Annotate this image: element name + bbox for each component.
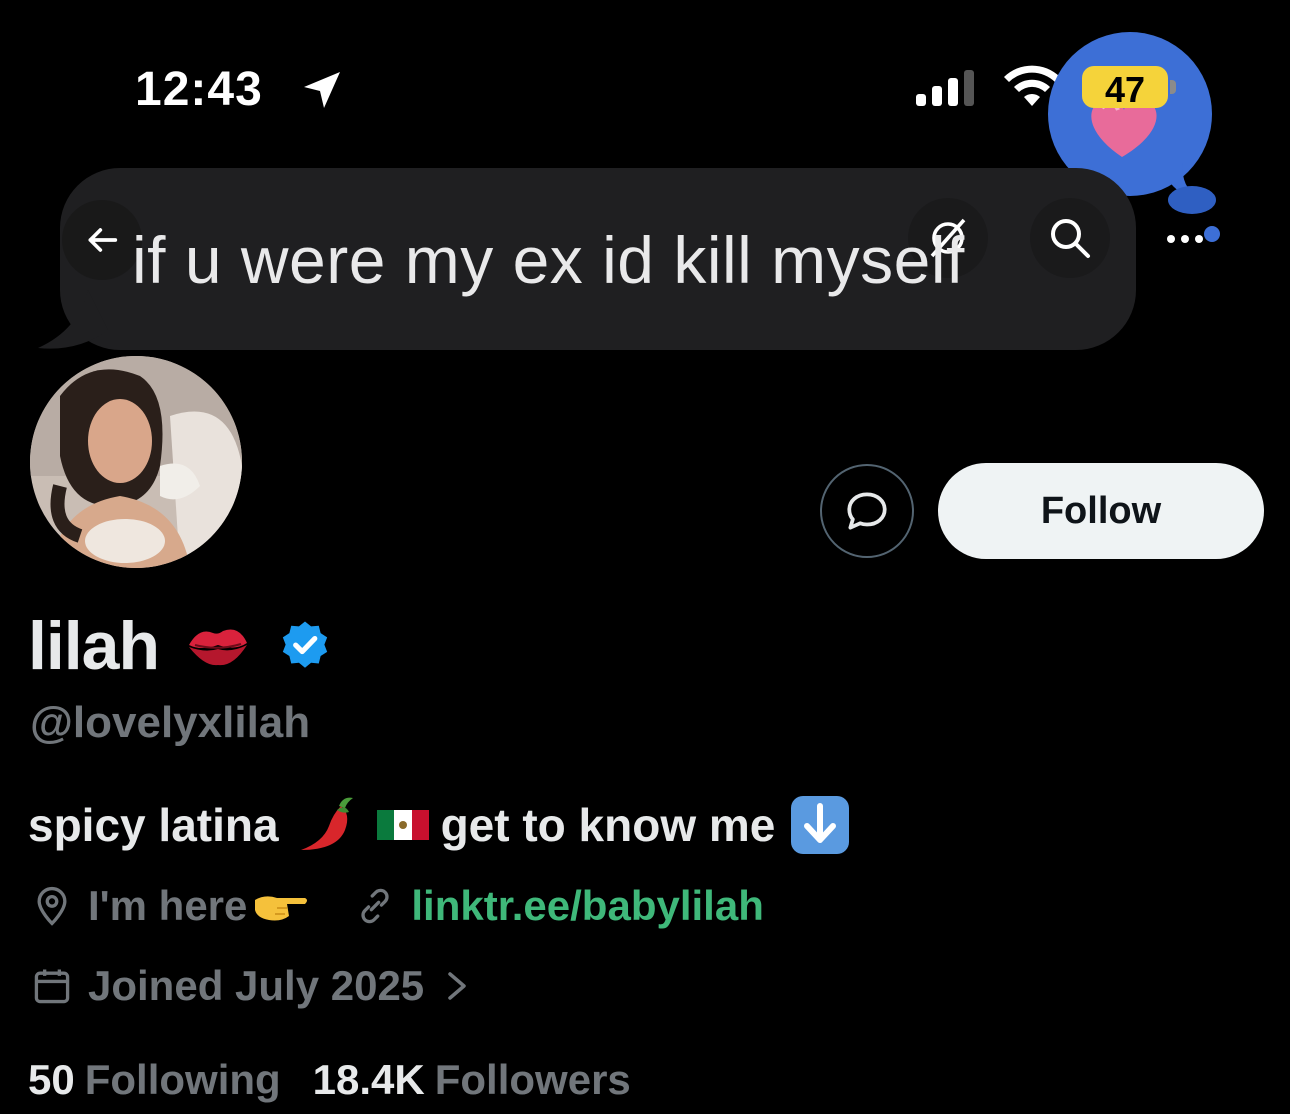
message-button[interactable] xyxy=(820,464,914,558)
calendar-icon xyxy=(34,969,70,1004)
signal-icon xyxy=(916,70,974,106)
avatar[interactable] xyxy=(26,352,246,572)
battery-level: 47 xyxy=(1104,69,1146,110)
more-icon xyxy=(1167,229,1219,243)
bio-text-2: get to know me xyxy=(440,799,776,851)
more-button[interactable] xyxy=(1156,214,1226,264)
pointing-hand-icon xyxy=(255,896,308,921)
overlay-message-text: if u were my ex id kill myself xyxy=(132,223,965,297)
down-arrow-icon xyxy=(791,796,850,854)
location-link-row: I'm here linktr.ee/babylilah xyxy=(30,876,764,936)
follow-button[interactable]: Follow xyxy=(938,463,1264,559)
joined-row[interactable]: Joined July 2025 xyxy=(30,956,472,1016)
mexico-flag-icon xyxy=(376,810,429,840)
location-arrow-icon xyxy=(304,72,340,108)
link-text[interactable]: linktr.ee/babylilah xyxy=(411,882,763,930)
followers-count: 18.4K xyxy=(312,1056,425,1103)
chevron-right-icon xyxy=(448,972,466,1000)
bubble-tail xyxy=(38,290,108,349)
message-icon xyxy=(847,492,887,530)
followers-stat[interactable]: 18.4K Followers xyxy=(313,1056,631,1104)
avatar-image xyxy=(30,356,242,568)
location-text: I'm here xyxy=(88,882,248,929)
back-arrow-icon xyxy=(88,228,118,252)
profile-link[interactable]: linktr.ee/babylilah xyxy=(353,882,764,930)
lips-icon xyxy=(189,629,248,666)
chili-icon xyxy=(300,797,353,850)
display-name: lilah xyxy=(28,608,160,684)
battery-icon: 47 xyxy=(1082,66,1178,110)
followers-label: Followers xyxy=(434,1056,631,1103)
verified-icon xyxy=(282,621,328,668)
handle: @lovelyxlilah xyxy=(30,698,311,747)
back-button[interactable] xyxy=(62,200,142,280)
stats-row: 50 Following 18.4K Followers xyxy=(28,1050,631,1110)
link-icon xyxy=(361,888,389,924)
joined-text: Joined July 2025 xyxy=(88,962,425,1009)
search-icon xyxy=(1051,219,1090,258)
following-label: Following xyxy=(84,1056,281,1103)
location-pin-icon xyxy=(37,886,67,926)
status-time: 12:43 xyxy=(135,63,263,116)
following-stat[interactable]: 50 Following xyxy=(28,1056,281,1104)
following-count: 50 xyxy=(28,1056,75,1103)
bio-text-1: spicy latina xyxy=(28,799,279,851)
name-row: lilah xyxy=(28,606,333,686)
search-button[interactable] xyxy=(1030,198,1110,278)
bio: spicy latina get to know me xyxy=(28,790,851,860)
